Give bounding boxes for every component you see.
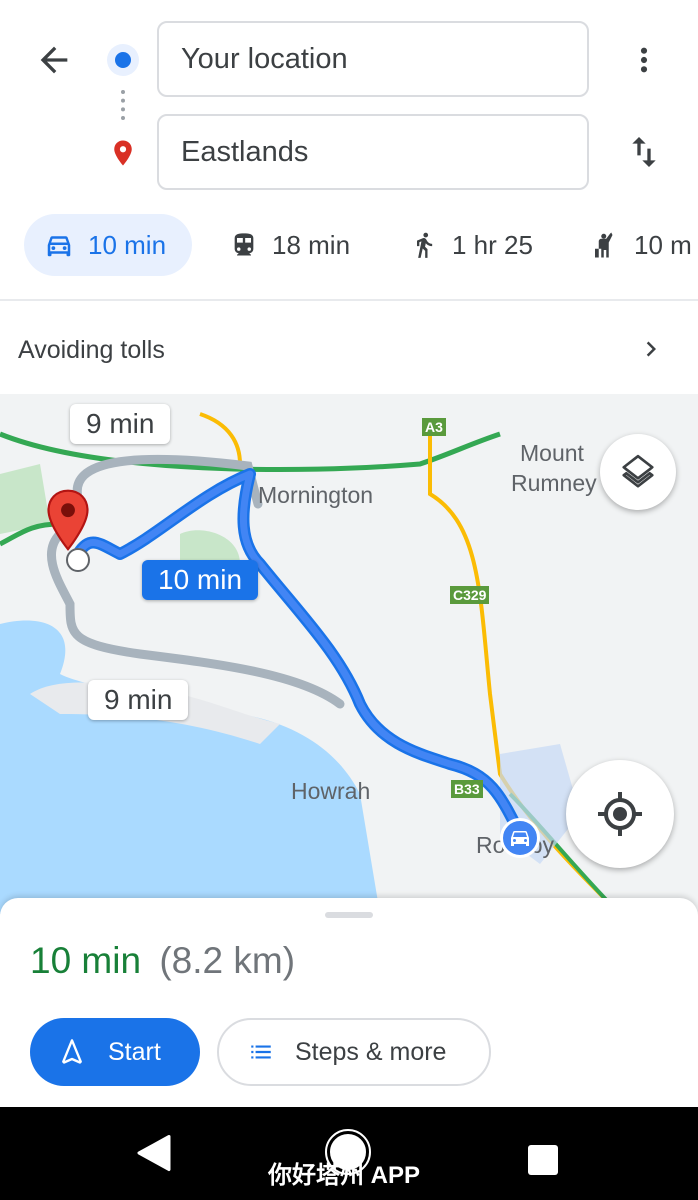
route-label-selected[interactable]: 10 min <box>142 560 259 600</box>
walk-icon <box>417 232 433 258</box>
list-icon <box>251 1045 271 1059</box>
watermark-logo: 你好塔州 APP <box>268 1162 421 1189</box>
drag-handle[interactable] <box>325 912 373 918</box>
avoiding-tolls-label: Avoiding tolls <box>18 336 165 364</box>
route-distance: (8.2 km) <box>159 940 296 981</box>
route-label-alt-bottom[interactable]: 9 min <box>88 680 189 720</box>
steps-label: Steps & more <box>295 1037 447 1066</box>
system-nav-bar: 你好塔州 APP <box>0 1107 698 1200</box>
destination-pin-icon <box>114 140 132 166</box>
tab-transit[interactable]: 18 min <box>230 214 350 276</box>
route-duration: 10 min <box>30 940 142 981</box>
route-options-row[interactable]: Avoiding tolls <box>0 302 698 394</box>
my-location-icon <box>598 792 642 836</box>
layers-icon <box>622 454 654 488</box>
start-label: Start <box>108 1037 161 1066</box>
swap-vert-icon[interactable] <box>624 132 664 172</box>
origin-input[interactable]: Your location <box>157 21 589 97</box>
tab-label: 10 min <box>88 230 167 260</box>
my-location-button[interactable] <box>566 760 674 868</box>
steps-more-button[interactable]: Steps & more <box>217 1018 491 1086</box>
current-location-car-icon <box>500 818 540 858</box>
recents-nav-button[interactable] <box>528 1145 558 1175</box>
destination-input[interactable]: Eastlands <box>157 114 589 190</box>
start-button[interactable]: Start <box>30 1018 200 1086</box>
place-label: Rumney <box>511 470 597 496</box>
tab-label: 18 min <box>272 230 351 260</box>
tab-ride-hail[interactable]: 10 m <box>590 214 692 276</box>
back-nav-icon[interactable] <box>136 1133 172 1173</box>
back-button[interactable] <box>34 40 74 80</box>
arrow-left-icon <box>40 46 68 74</box>
tab-label: 1 hr 25 <box>452 230 533 260</box>
destination-pin-icon <box>47 489 89 551</box>
tab-driving[interactable]: 10 min <box>24 214 192 276</box>
navigation-arrow-icon <box>62 1039 82 1064</box>
connector-dots <box>121 90 125 120</box>
chevron-right-icon <box>646 341 656 357</box>
more-vert-icon[interactable] <box>628 40 660 80</box>
place-label: Mornington <box>258 482 374 508</box>
layers-button[interactable] <box>600 434 676 510</box>
travel-mode-tabs: 10 min 18 min 1 hr 25 10 m <box>0 214 698 276</box>
road-shield: A3 <box>422 418 446 436</box>
origin-dot-icon <box>107 44 139 76</box>
route-label-alt-top[interactable]: 9 min <box>70 404 171 444</box>
car-icon <box>47 236 71 257</box>
place-label: Mount <box>520 440 584 466</box>
place-label: Howrah <box>291 778 371 804</box>
tab-walking[interactable]: 1 hr 25 <box>410 214 533 276</box>
divider <box>0 299 698 301</box>
route-summary-sheet: 10 min (8.2 km) Start Steps & more <box>0 898 698 1108</box>
road-shield: B33 <box>451 780 483 798</box>
map[interactable]: 9 min 9 min 10 min Mornington Mount Rumn… <box>0 394 698 914</box>
train-icon <box>234 233 254 256</box>
road-shield: C329 <box>450 586 490 604</box>
ride-hail-icon <box>595 232 613 258</box>
tab-label: 10 m <box>634 230 692 260</box>
